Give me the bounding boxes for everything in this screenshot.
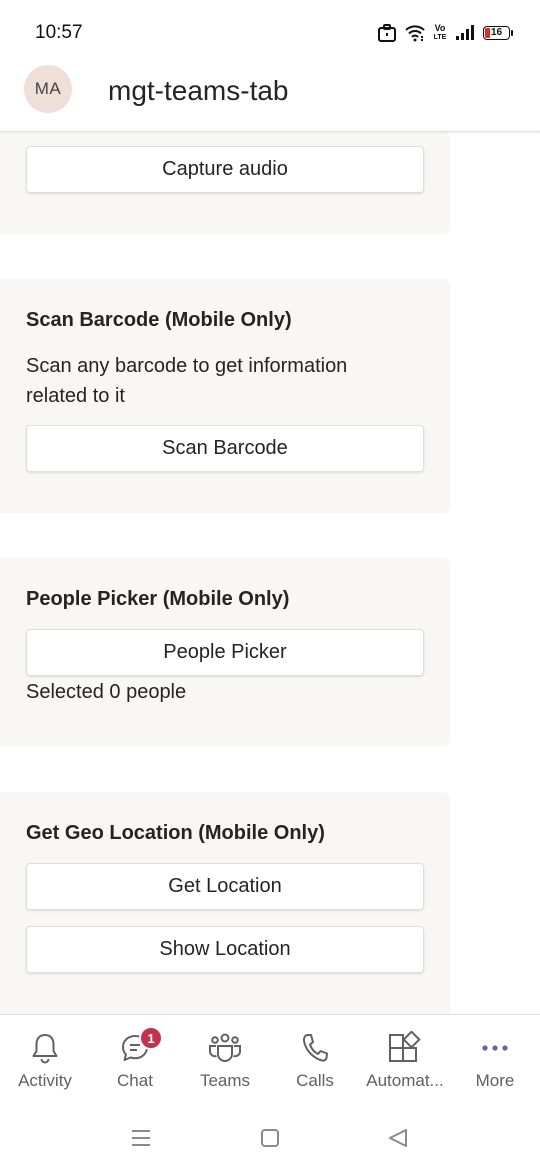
- volte-indicator: Vo LTE: [433, 24, 447, 42]
- nav-label: Teams: [199, 1071, 251, 1090]
- scan-barcode-button[interactable]: Scan Barcode: [26, 425, 424, 472]
- battery-icon: 16: [483, 26, 513, 40]
- bell-icon: [27, 1031, 63, 1065]
- back-button[interactable]: [386, 1126, 410, 1150]
- phone-icon: [297, 1031, 333, 1065]
- system-nav-bar: [0, 1104, 540, 1170]
- status-time: 10:57: [35, 22, 83, 43]
- people-picker-button[interactable]: People Picker: [26, 629, 424, 676]
- status-icons: Vo LTE 16: [377, 22, 513, 44]
- chat-icon: 1: [117, 1026, 163, 1065]
- card-title: Get Geo Location (Mobile Only): [26, 822, 325, 844]
- teams-icon: [207, 1031, 243, 1065]
- nav-item-automate[interactable]: Automat...: [360, 1015, 450, 1105]
- battery-fill: [485, 28, 490, 38]
- nav-item-teams[interactable]: Teams: [180, 1015, 270, 1105]
- page-title: mgt-teams-tab: [108, 75, 289, 106]
- recents-button[interactable]: [129, 1126, 153, 1150]
- get-location-button[interactable]: Get Location: [26, 863, 424, 910]
- nav-label: Calls: [296, 1071, 334, 1090]
- card-title: People Picker (Mobile Only): [26, 588, 290, 610]
- geo-location-card: Get Geo Location (Mobile Only) Get Locat…: [0, 792, 450, 1014]
- more-dots-icon: [477, 1031, 513, 1065]
- nav-item-chat[interactable]: 1 Chat: [90, 1015, 180, 1105]
- show-location-button[interactable]: Show Location: [26, 926, 424, 973]
- people-picker-card: People Picker (Mobile Only) People Picke…: [0, 558, 450, 746]
- signal-icon: [455, 25, 475, 41]
- nav-label: Automat...: [366, 1071, 444, 1090]
- wifi-icon: [405, 24, 425, 42]
- app-header: MA mgt-teams-tab: [0, 62, 540, 132]
- capture-audio-card: Capture audio: [0, 132, 450, 234]
- nav-item-activity[interactable]: Activity: [0, 1015, 90, 1105]
- card-title: Scan Barcode (Mobile Only): [26, 309, 292, 331]
- nav-item-calls[interactable]: Calls: [270, 1015, 360, 1105]
- bottom-nav: Activity 1 Chat Teams Calls Automat... M…: [0, 1014, 540, 1104]
- nav-label: Chat: [117, 1071, 153, 1090]
- home-button[interactable]: [258, 1126, 282, 1150]
- battery-level: 16: [491, 27, 503, 38]
- nav-item-more[interactable]: More: [450, 1015, 540, 1105]
- volte-top-text: Vo: [434, 23, 446, 33]
- briefcase-icon: [377, 23, 397, 43]
- card-description: Scan any barcode to get information rela…: [26, 355, 348, 407]
- selected-people-text: Selected 0 people: [26, 681, 187, 703]
- scan-barcode-card: Scan Barcode (Mobile Only) Scan any barc…: [0, 279, 450, 513]
- nav-label: Activity: [18, 1071, 72, 1090]
- avatar[interactable]: MA: [24, 65, 72, 113]
- status-bar: 10:57 Vo LTE 16: [0, 0, 540, 62]
- capture-audio-button[interactable]: Capture audio: [26, 146, 424, 193]
- content-area[interactable]: Capture audio Scan Barcode (Mobile Only)…: [0, 132, 540, 1014]
- apps-icon: [387, 1031, 423, 1065]
- unread-badge: 1: [139, 1026, 163, 1050]
- nav-label: More: [475, 1071, 515, 1090]
- volte-bottom-text: LTE: [433, 34, 447, 41]
